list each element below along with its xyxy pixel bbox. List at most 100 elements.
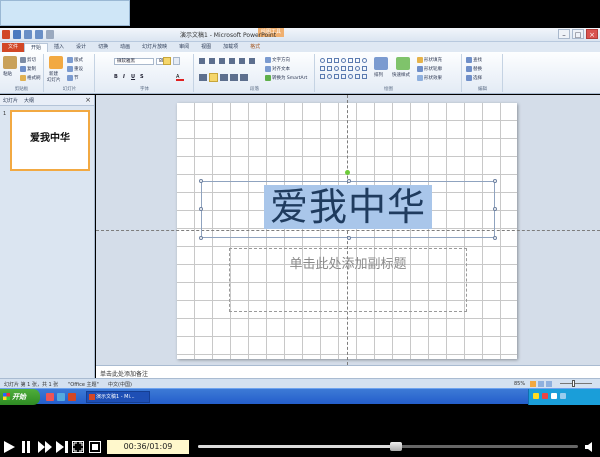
shape-item[interactable] xyxy=(334,74,339,79)
sorter-view-icon[interactable] xyxy=(538,381,544,387)
resize-handle[interactable] xyxy=(493,179,497,183)
align-center-icon[interactable] xyxy=(209,73,218,82)
shape-item[interactable] xyxy=(327,66,332,71)
section-button[interactable]: 节 xyxy=(67,75,79,81)
justify-icon[interactable] xyxy=(230,74,238,81)
quick-launch-icon[interactable] xyxy=(57,393,65,401)
font-name-select[interactable]: 微软雅黑 xyxy=(114,58,154,65)
resize-handle[interactable] xyxy=(347,179,351,183)
quick-launch-icon[interactable] xyxy=(68,393,76,401)
tab-8[interactable]: 视图 xyxy=(195,43,217,52)
align-left-icon[interactable] xyxy=(199,74,207,81)
pause-icon[interactable] xyxy=(20,441,32,453)
paste-button[interactable]: 粘贴 xyxy=(3,71,12,77)
zoom-slider[interactable] xyxy=(560,383,592,384)
underline-button[interactable]: U xyxy=(131,74,135,80)
tab-2[interactable]: 插入 xyxy=(48,43,70,52)
film-icon[interactable] xyxy=(89,441,101,453)
shape-item[interactable] xyxy=(362,66,367,71)
subtitle-placeholder[interactable]: 单击此处添加副标题 xyxy=(229,248,467,312)
reading-view-icon[interactable] xyxy=(546,381,552,387)
tab-slides[interactable]: 幻灯片 xyxy=(3,97,18,104)
grow-font-icon[interactable] xyxy=(163,57,171,65)
resize-handle[interactable] xyxy=(199,236,203,240)
shape-item[interactable] xyxy=(355,74,360,79)
slide-title-text[interactable]: 爱我中华 xyxy=(264,185,432,229)
shape-effects-button[interactable]: 形状效果 xyxy=(417,75,442,81)
shape-outline-button[interactable]: 形状轮廓 xyxy=(417,66,442,72)
zoom-slider-thumb[interactable] xyxy=(572,380,575,387)
skip-end-icon[interactable] xyxy=(56,441,68,453)
tab-1[interactable]: 开始 xyxy=(24,43,49,52)
copy-button[interactable]: 复制 xyxy=(20,66,36,72)
tray-icon[interactable] xyxy=(542,393,548,399)
quick-launch-icon[interactable] xyxy=(46,393,54,401)
customize-qat-icon[interactable] xyxy=(46,30,54,39)
shape-item[interactable] xyxy=(362,58,367,63)
shape-item[interactable] xyxy=(348,66,353,71)
tab-3[interactable]: 设计 xyxy=(70,43,92,52)
slide-thumbnail[interactable]: 爱我中华 xyxy=(10,110,90,171)
font-color-icon[interactable]: A xyxy=(176,74,184,81)
bold-button[interactable]: B xyxy=(114,74,118,80)
seek-bar-thumb[interactable] xyxy=(389,442,402,451)
shape-fill-button[interactable]: 形状填充 xyxy=(417,57,442,63)
replace-button[interactable]: 替换 xyxy=(466,66,482,72)
shape-item[interactable] xyxy=(334,58,339,63)
shape-item[interactable] xyxy=(334,66,339,71)
tab-5[interactable]: 动画 xyxy=(114,43,136,52)
select-button[interactable]: 选择 xyxy=(466,75,482,81)
arrange-button[interactable]: 排列 xyxy=(374,72,383,78)
rotation-handle[interactable] xyxy=(345,170,350,175)
italic-button[interactable]: I xyxy=(123,74,125,80)
distribute-icon[interactable] xyxy=(240,74,248,81)
shape-item[interactable] xyxy=(348,58,353,63)
tray-icon[interactable] xyxy=(533,393,539,399)
text-direction-button[interactable]: 文字方向 xyxy=(265,57,290,63)
maximize-button[interactable]: □ xyxy=(572,29,584,39)
tray-icon[interactable] xyxy=(551,393,557,399)
language-indicator[interactable]: 中文(中国) xyxy=(108,381,132,388)
tab-0[interactable]: 文件 xyxy=(2,43,25,52)
shape-item[interactable] xyxy=(327,74,332,79)
align-right-icon[interactable] xyxy=(220,74,228,81)
resize-handle[interactable] xyxy=(199,207,203,211)
shape-item[interactable] xyxy=(327,58,332,63)
tab-6[interactable]: 幻灯片放映 xyxy=(136,43,173,52)
fullscreen-icon[interactable] xyxy=(72,441,84,453)
smartart-button[interactable]: 转换为 SmartArt xyxy=(265,75,307,81)
shape-item[interactable] xyxy=(355,58,360,63)
minimize-button[interactable]: – xyxy=(558,29,570,39)
taskbar-app-powerpoint[interactable]: 演示文稿1 - Mi... xyxy=(86,391,150,403)
seek-bar[interactable] xyxy=(198,442,578,451)
volume-icon[interactable] xyxy=(585,441,597,453)
list-buttons-icon[interactable] xyxy=(199,58,259,64)
shape-item[interactable] xyxy=(362,74,367,79)
shrink-font-icon[interactable] xyxy=(173,57,180,65)
shape-item[interactable] xyxy=(320,58,325,63)
shape-item[interactable] xyxy=(348,74,353,79)
resize-handle[interactable] xyxy=(347,236,351,240)
shape-item[interactable] xyxy=(341,58,346,63)
align-text-button[interactable]: 对齐文本 xyxy=(265,66,290,72)
tab-7[interactable]: 审阅 xyxy=(173,43,195,52)
tab-9[interactable]: 加载项 xyxy=(217,43,244,52)
tab-4[interactable]: 切换 xyxy=(92,43,114,52)
play-icon[interactable] xyxy=(2,441,16,453)
start-button[interactable]: 开始 xyxy=(0,389,40,405)
resize-handle[interactable] xyxy=(493,236,497,240)
format-painter-button[interactable]: 格式刷 xyxy=(20,75,41,81)
save-icon[interactable] xyxy=(13,30,21,39)
overlay-window[interactable] xyxy=(0,0,130,26)
tray-icon[interactable] xyxy=(560,393,566,399)
close-button[interactable]: × xyxy=(586,29,598,39)
zoom-level[interactable]: 85% xyxy=(514,381,525,387)
resize-handle[interactable] xyxy=(493,207,497,211)
layout-button[interactable]: 版式 xyxy=(67,57,83,63)
shape-item[interactable] xyxy=(341,74,346,79)
resize-handle[interactable] xyxy=(199,179,203,183)
undo-icon[interactable] xyxy=(24,30,32,39)
shape-item[interactable] xyxy=(320,74,325,79)
shape-item[interactable] xyxy=(355,66,360,71)
close-icon[interactable]: × xyxy=(85,96,91,104)
